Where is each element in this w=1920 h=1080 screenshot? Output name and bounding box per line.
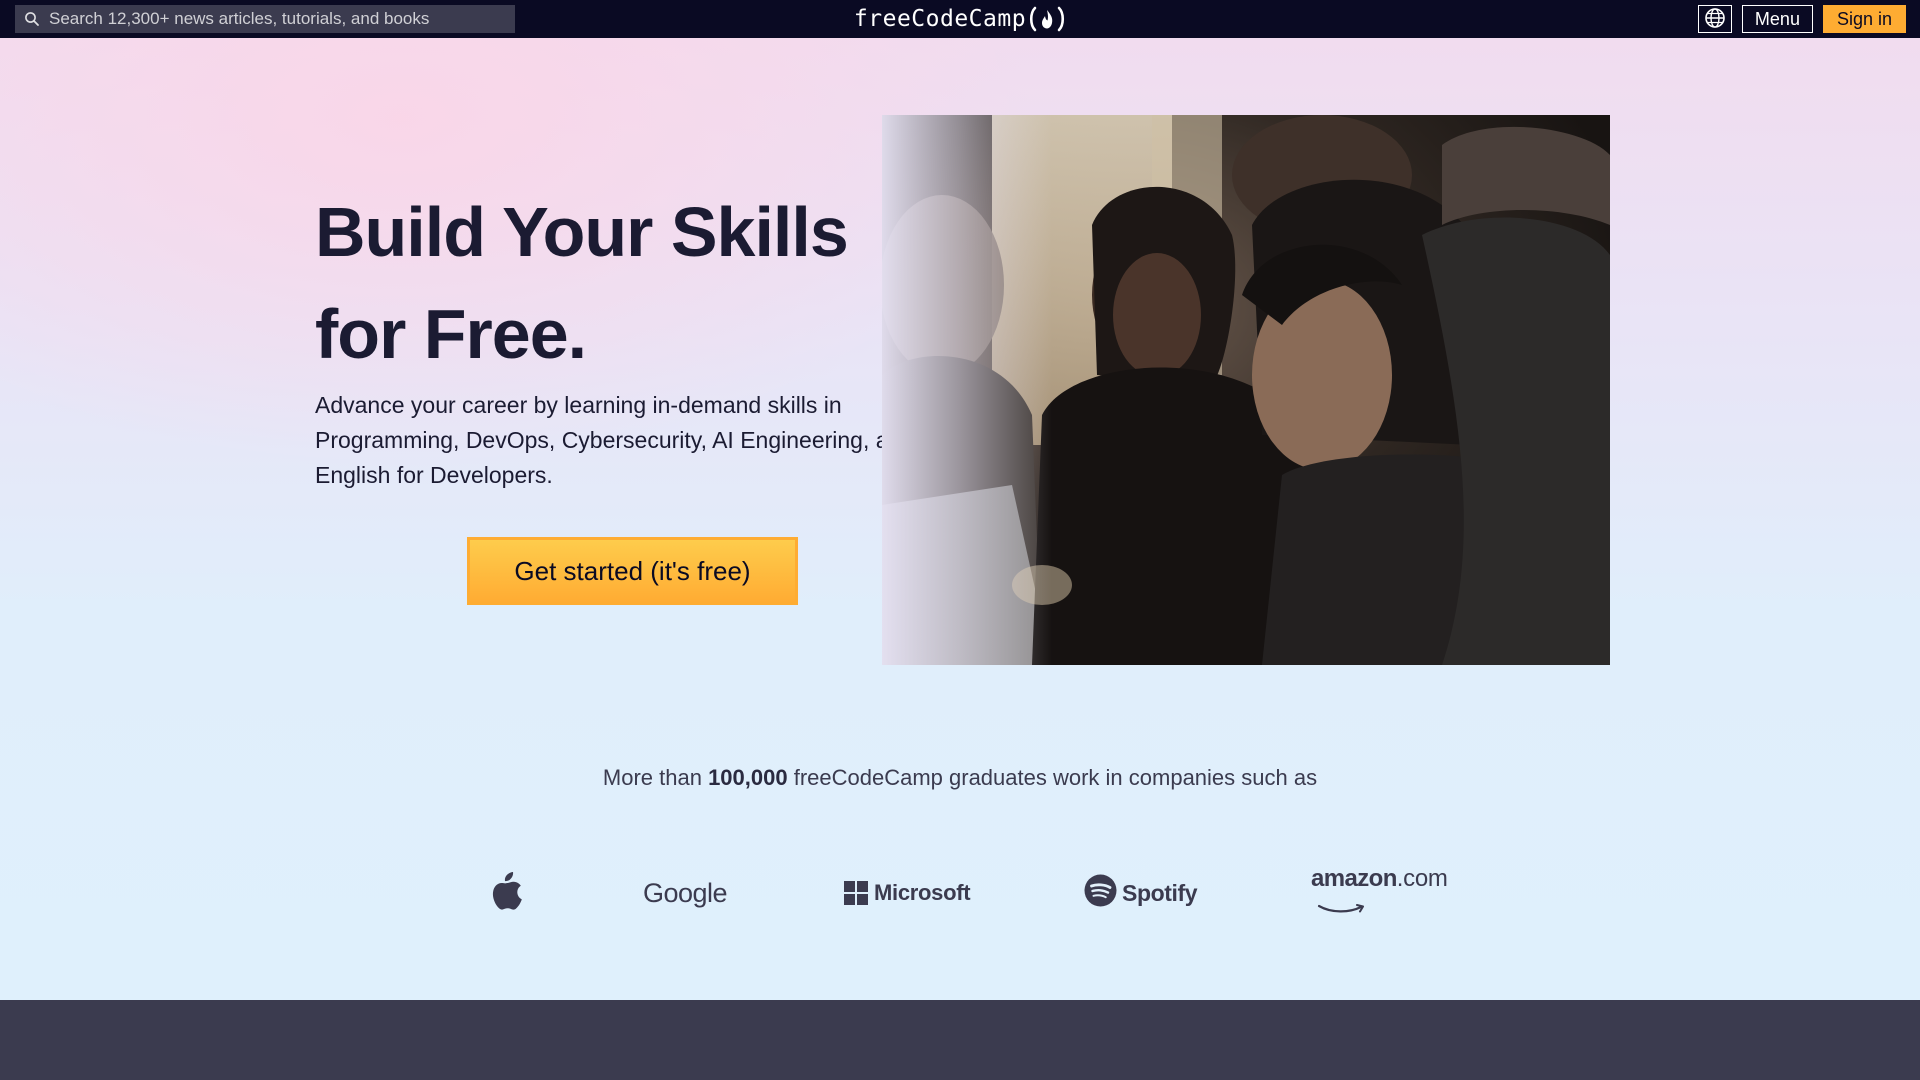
spotify-logo-text: Spotify [1122, 879, 1198, 906]
apple-logo-icon [490, 871, 524, 915]
spotify-icon [1084, 874, 1122, 913]
graduates-suffix: freeCodeCamp graduates work in companies… [787, 765, 1318, 790]
search-box[interactable] [15, 5, 515, 33]
top-nav: freeCodeCamp Menu Sign in [0, 0, 1920, 38]
brand-logo[interactable]: freeCodeCamp [810, 0, 1110, 38]
graduates-text: More than 100,000 freeCodeCamp graduates… [0, 765, 1920, 791]
search-icon [15, 5, 49, 33]
amazon-logo: amazon .com [1311, 865, 1448, 921]
google-logo: Google [643, 868, 728, 918]
nav-actions: Menu Sign in [1697, 5, 1906, 33]
microsoft-logo-text: Microsoft [874, 880, 971, 905]
flame-icon [1028, 6, 1066, 32]
amazon-wordmark: amazon .com [1311, 865, 1448, 893]
hero-description: Advance your career by learning in-deman… [315, 392, 915, 488]
footer-band [0, 1000, 1920, 1080]
graduates-count: 100,000 [708, 765, 788, 790]
spotify-logo: Spotify [1084, 868, 1198, 918]
menu-button[interactable]: Menu [1741, 5, 1813, 33]
sign-in-button[interactable]: Sign in [1822, 5, 1906, 33]
google-logo-text: Google [643, 877, 728, 908]
amazon-smile-icon [1311, 893, 1367, 921]
hero-title: Build Your Skills for Free. [315, 193, 849, 373]
amazon-tld-text: .com [1396, 865, 1448, 892]
search-input[interactable] [49, 5, 515, 33]
get-started-button[interactable]: Get started (it's free) [467, 537, 798, 605]
amazon-logo-text: amazon [1311, 865, 1397, 892]
globe-icon [1704, 7, 1726, 32]
hero-section: Build Your Skills for Free. Advance your… [0, 38, 1920, 1000]
company-logos: Google Microsoft Spotify amazon .com [0, 865, 1920, 921]
hero-photo [882, 115, 1610, 665]
brand-text: freeCodeCamp [853, 6, 1027, 32]
microsoft-logo: Microsoft [844, 868, 971, 918]
graduates-prefix: More than [602, 765, 709, 790]
apple-logo [490, 868, 524, 918]
language-button[interactable] [1697, 5, 1732, 33]
photo-fade-overlay [882, 115, 1052, 665]
microsoft-grid-icon [844, 881, 868, 905]
